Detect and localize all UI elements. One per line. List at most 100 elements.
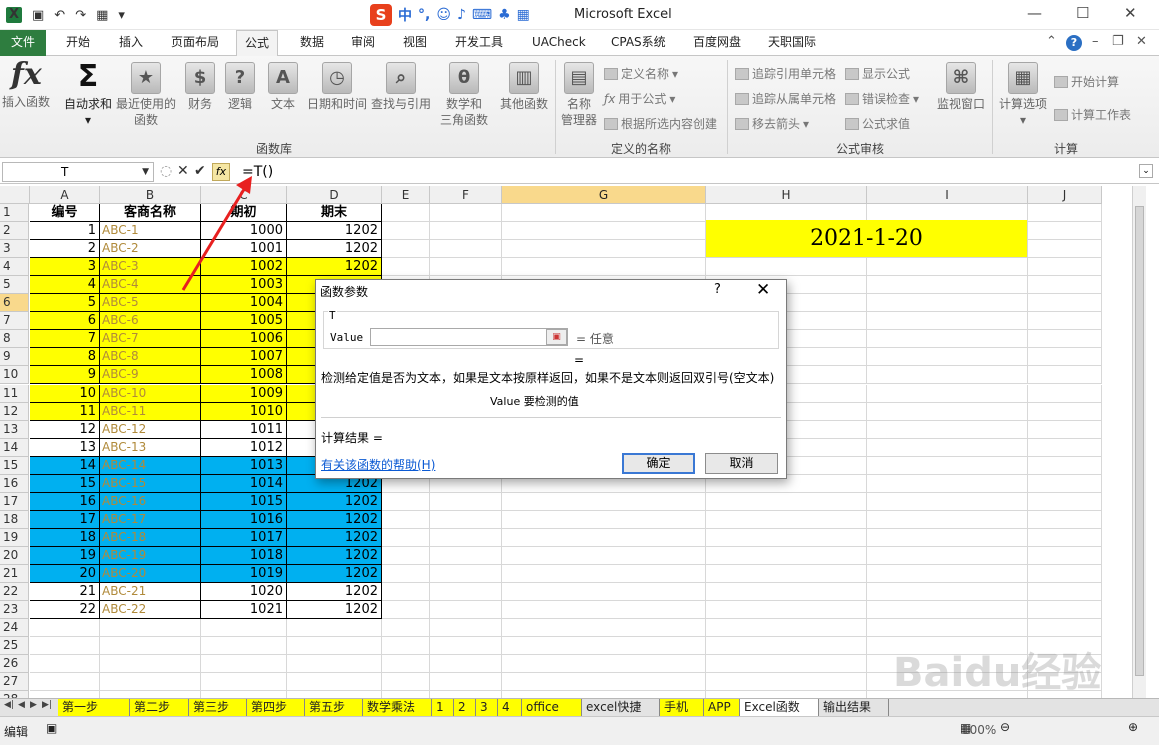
empty-cell[interactable] — [287, 673, 382, 692]
name-box[interactable]: T ▼ — [2, 162, 154, 182]
empty-cell[interactable] — [30, 619, 100, 638]
row-header[interactable]: 1 — [0, 204, 29, 222]
minimize-icon[interactable]: — — [1027, 4, 1042, 22]
empty-cell[interactable] — [867, 312, 1028, 331]
table-cell-name[interactable]: ABC-12 — [100, 420, 201, 439]
empty-cell[interactable] — [867, 474, 1028, 493]
table-cell-id[interactable]: 17 — [30, 510, 100, 529]
table-cell-id[interactable]: 5 — [30, 294, 100, 313]
empty-cell[interactable] — [706, 528, 867, 547]
table-cell-name[interactable]: ABC-7 — [100, 330, 201, 349]
table-cell-name[interactable]: ABC-21 — [100, 583, 201, 602]
sheet-tab[interactable]: APP — [704, 699, 740, 716]
column-header-e[interactable]: E — [382, 186, 430, 204]
sheet-tab[interactable]: 第五步 — [305, 699, 363, 716]
column-header-f[interactable]: F — [430, 186, 502, 204]
empty-cell[interactable] — [430, 240, 502, 259]
empty-cell[interactable] — [1028, 384, 1102, 403]
empty-cell[interactable] — [1028, 510, 1102, 529]
datetime-button[interactable]: ◷ 日期和时间 — [305, 62, 369, 112]
empty-cell[interactable] — [382, 601, 430, 620]
row-header[interactable]: 22 — [0, 583, 29, 602]
prev-sheet-icon[interactable]: ◀ — [18, 700, 25, 710]
row-header[interactable]: 2 — [0, 222, 29, 241]
empty-cell[interactable] — [867, 384, 1028, 403]
collapse-ribbon-icon[interactable]: ⌃ — [1046, 34, 1057, 49]
vertical-scroll-thumb[interactable] — [1135, 206, 1144, 676]
empty-cell[interactable] — [1028, 294, 1102, 313]
table-cell-name[interactable]: ABC-6 — [100, 312, 201, 331]
table-cell-name[interactable]: ABC-16 — [100, 492, 201, 511]
empty-cell[interactable] — [867, 276, 1028, 295]
first-sheet-icon[interactable]: ◀| — [4, 700, 14, 710]
table-cell-id[interactable]: 22 — [30, 601, 100, 620]
empty-cell[interactable] — [867, 510, 1028, 529]
sheet-tab[interactable]: Excel函数 — [740, 699, 819, 716]
trace-precedents-button[interactable]: 追踪引用单元格 — [735, 65, 836, 82]
empty-cell[interactable] — [706, 619, 867, 638]
cancel-formula-icon[interactable]: ✕ — [177, 163, 189, 179]
sheet-tab[interactable]: 输出结果 — [819, 699, 889, 716]
table-cell-name[interactable]: ABC-4 — [100, 276, 201, 295]
empty-cell[interactable] — [382, 673, 430, 692]
sheet-tab[interactable]: 手机 — [660, 699, 704, 716]
table-cell-name[interactable]: ABC-17 — [100, 510, 201, 529]
math-trig-button[interactable]: θ 数学和 三角函数 — [434, 62, 494, 128]
empty-cell[interactable] — [867, 492, 1028, 511]
row-header[interactable]: 27 — [0, 673, 29, 692]
row-header[interactable]: 19 — [0, 528, 29, 547]
empty-cell[interactable] — [30, 673, 100, 692]
table-cell-name[interactable]: ABC-3 — [100, 258, 201, 277]
empty-cell[interactable] — [706, 258, 867, 277]
empty-cell[interactable] — [502, 510, 706, 529]
empty-cell[interactable] — [867, 330, 1028, 349]
row-header[interactable]: 9 — [0, 348, 29, 367]
empty-cell[interactable] — [201, 619, 287, 638]
empty-cell[interactable] — [502, 240, 706, 259]
row-header[interactable]: 5 — [0, 276, 29, 295]
table-cell-id[interactable]: 7 — [30, 330, 100, 349]
table-cell-end[interactable]: 1202 — [287, 510, 382, 529]
empty-cell[interactable] — [867, 402, 1028, 421]
empty-cell[interactable] — [706, 691, 867, 698]
empty-cell[interactable] — [430, 637, 502, 656]
empty-cell[interactable] — [430, 510, 502, 529]
table-cell-begin[interactable]: 1008 — [201, 366, 287, 385]
table-cell-end[interactable]: 1202 — [287, 601, 382, 620]
table-cell-end[interactable]: 1202 — [287, 492, 382, 511]
next-sheet-icon[interactable]: ▶ — [30, 700, 37, 710]
table-cell-begin[interactable]: 1011 — [201, 420, 287, 439]
empty-cell[interactable] — [867, 438, 1028, 457]
row-header[interactable]: 3 — [0, 240, 29, 259]
dialog-close-icon[interactable]: ✕ — [756, 280, 770, 300]
empty-cell[interactable] — [430, 691, 502, 698]
trace-dependents-button[interactable]: 追踪从属单元格 — [735, 90, 836, 107]
empty-cell[interactable] — [1028, 258, 1102, 277]
ime-lang-toggle[interactable]: 中 — [398, 5, 412, 25]
empty-cell[interactable] — [430, 619, 502, 638]
sheet-tab[interactable]: 3 — [476, 699, 498, 716]
tab-home[interactable]: 开始 — [58, 30, 98, 56]
insert-function-icon[interactable]: fx — [212, 163, 230, 181]
undo-icon[interactable]: ↶ — [54, 8, 65, 23]
table-cell-name[interactable]: ABC-14 — [100, 456, 201, 475]
autosum-button[interactable]: Σ 自动求和 ▾ — [60, 62, 116, 128]
table-cell-begin[interactable]: 1020 — [201, 583, 287, 602]
empty-cell[interactable] — [430, 222, 502, 241]
empty-cell[interactable] — [382, 583, 430, 602]
expand-formula-bar-icon[interactable]: ⌄ — [1139, 164, 1153, 178]
ime-skin-icon[interactable]: ♣ — [498, 7, 511, 23]
empty-cell[interactable] — [1028, 204, 1102, 222]
save-icon[interactable]: ▣ — [32, 8, 44, 23]
table-cell-id[interactable]: 4 — [30, 276, 100, 295]
tab-tianzhi[interactable]: 天职国际 — [760, 30, 824, 56]
sheet-tab[interactable]: 第一步 — [58, 699, 130, 716]
calc-now-button[interactable]: 开始计算 — [1054, 73, 1119, 90]
close-icon[interactable]: ✕ — [1124, 4, 1137, 22]
table-cell-id[interactable]: 21 — [30, 583, 100, 602]
column-header-b[interactable]: B — [100, 186, 201, 204]
row-header[interactable]: 26 — [0, 655, 29, 674]
empty-cell[interactable] — [1028, 546, 1102, 565]
column-header-g[interactable]: G — [502, 186, 706, 204]
table-cell-name[interactable]: ABC-11 — [100, 402, 201, 421]
